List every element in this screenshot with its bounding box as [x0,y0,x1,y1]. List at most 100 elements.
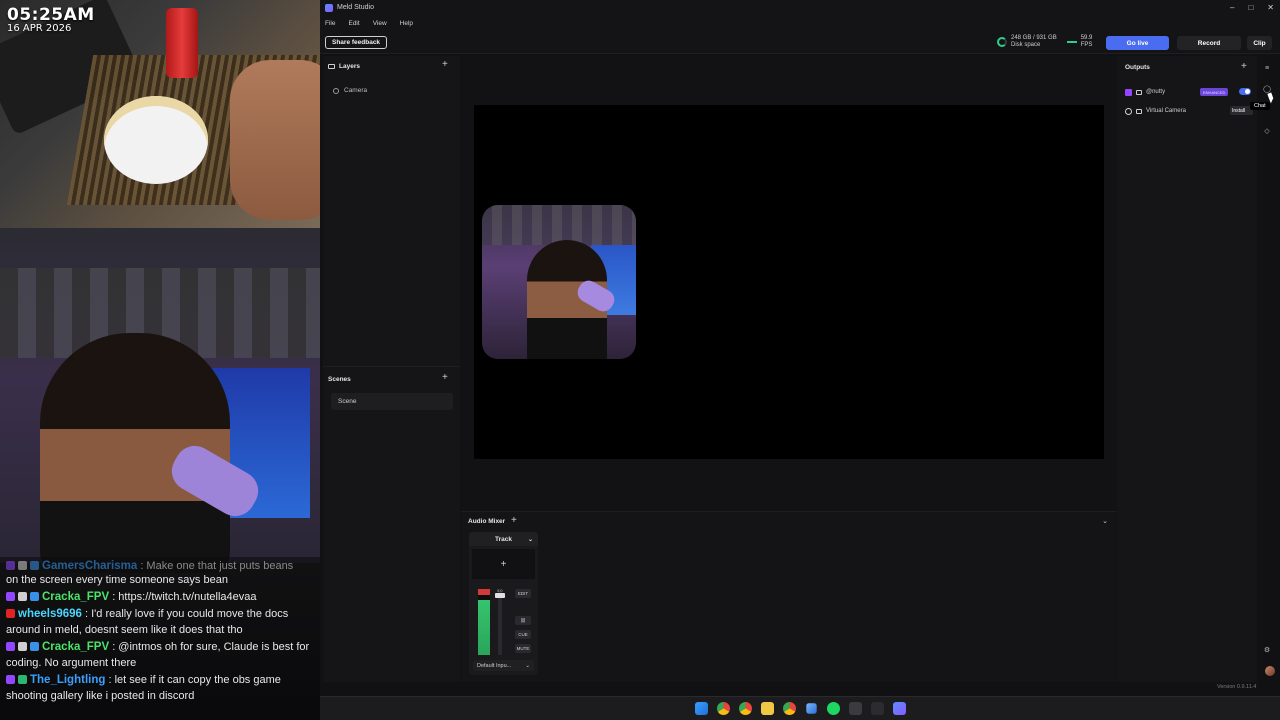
crown-icon [30,592,39,601]
track-header[interactable]: Track ⌄ [469,532,538,546]
meld-studio-taskbar-icon[interactable] [893,702,906,715]
chevron-down-icon: ⌄ [527,536,533,543]
app-icon[interactable] [849,702,862,715]
close-button[interactable]: ✕ [1267,3,1274,12]
toolbar: Share feedback 248 GB / 931 GB Disk space… [320,31,1280,54]
monitor-icon [1136,108,1142,114]
settings-icon[interactable]: ⚙ [1262,645,1272,655]
chat-message: The_Lightling : let see if it can copy t… [6,672,314,704]
overlay-clock: 05:25AM [7,5,95,25]
output-item-virtual-camera[interactable]: Virtual Camera Install [1125,105,1253,117]
volume-fader[interactable] [495,589,505,655]
track-label: Track [495,535,512,543]
divider [323,366,460,367]
fps-graph-icon [1066,41,1077,43]
layer-item-camera[interactable]: Camera [333,87,367,94]
chrome-app-icon[interactable] [783,702,796,715]
meter-fill [478,600,490,655]
chat-message: Cracka_FPV : https://twitch.tv/nutella4e… [6,589,314,605]
diamond-icon[interactable]: ◇ [1262,126,1272,136]
fps-value: 59.9 [1080,35,1093,41]
fader-knob[interactable] [495,593,505,598]
desk-camera-feed: 05:25AM 16 APR 2026 [0,0,320,228]
add-layer-button[interactable]: + [442,60,448,70]
clip-button[interactable]: Clip [1247,36,1272,50]
add-scene-button[interactable]: + [442,373,448,383]
chat-text: : https://twitch.tv/nutella4evaa [112,591,257,603]
file-explorer-icon[interactable] [761,702,774,715]
layers-icon [328,63,335,69]
chat-overlay: GamersCharisma : Make one that just puts… [0,557,320,720]
avatar[interactable] [1265,666,1275,676]
stream-overlay: 05:25AM 16 APR 2026 GamersCharisma : Mak… [0,0,320,720]
youtube-icon [6,609,15,618]
layer-label: Camera [344,87,368,94]
chrome-profile-icon[interactable] [739,702,752,715]
chat-message: GamersCharisma : Make one that just puts… [6,558,314,574]
chat-message-continuation: on the screen every time someone says be… [6,572,314,588]
soda-can-image [166,8,198,78]
output-toggle[interactable] [1239,88,1251,95]
meld-studio-window: Meld Studio – □ ✕ File Edit View Help Sh… [320,0,1280,720]
chat-message: wheels9696 : I'd really love if you coul… [6,606,314,638]
fps-label: FPS [1080,42,1093,48]
audio-mixer-title: Audio Mixer [468,518,506,525]
menu-view[interactable]: View [373,20,387,27]
disk-label: Disk space [1011,42,1041,48]
input-device-select[interactable]: Default Inpu... ⌄ [473,660,534,671]
edit-button[interactable]: EDIT [515,589,531,598]
disk-stat: 248 GB / 931 GB Disk space [997,35,1057,49]
maximize-button[interactable]: □ [1248,3,1253,12]
mute-button[interactable]: MUTE [515,644,531,653]
menu-help[interactable]: Help [400,20,413,27]
menu-file[interactable]: File [325,20,335,27]
layers-scenes-panel: Layers + Camera Scenes + Scene [323,56,460,682]
scenes-title: Scenes [328,375,351,383]
camera-icon [333,87,339,94]
add-output-button[interactable]: + [1241,62,1247,72]
output-item-twitch[interactable]: @nutty ENHANCED [1125,86,1253,98]
terminal-icon[interactable] [871,702,884,715]
input-device-label: Default Inpu... [477,662,512,669]
db-value: 0.0 [497,588,503,593]
share-feedback-button[interactable]: Share feedback [325,36,388,49]
menu-lines-icon[interactable]: ≡ [1262,63,1272,73]
cue-button[interactable]: CUE [515,630,531,639]
preview-canvas[interactable] [474,105,1104,459]
add-track-button[interactable]: + [511,516,517,526]
taskbar [320,696,1280,720]
title-bar: Meld Studio – □ ✕ [320,0,1280,15]
chat-username: The_Lightling [30,674,106,686]
add-source-button[interactable]: + [472,549,535,579]
chat-username: wheels9696 [18,608,82,620]
chat-text: : Make one that just puts beans [140,560,294,572]
spotify-icon[interactable] [827,702,840,715]
fps-stat: 59.9 FPS [1066,35,1093,49]
scenes-header: Scenes [328,373,351,385]
camera-icon [1125,107,1132,115]
vscode-icon[interactable] [806,703,817,714]
outputs-title: Outputs [1125,64,1150,71]
windows-start-icon[interactable] [695,702,708,715]
twitch-icon [6,675,15,684]
chat-text: on the screen every time someone says be… [6,574,228,586]
record-button[interactable]: Record [1177,36,1241,50]
go-live-button[interactable]: Go live [1106,36,1169,50]
monitor-icon [1136,89,1142,95]
chevron-down-icon: ⌄ [525,662,530,669]
output-name: Virtual Camera [1146,108,1186,114]
minimize-button[interactable]: – [1230,3,1234,12]
camera-source[interactable] [482,205,636,359]
twitch-icon [6,561,15,570]
menu-bar: File Edit View Help [320,15,1280,31]
chrome-icon[interactable] [717,702,730,715]
level-meter [478,589,490,655]
menu-edit[interactable]: Edit [348,20,359,27]
crown-icon [30,642,39,651]
stats-area: 248 GB / 931 GB Disk space 59.9 FPS [997,35,1092,49]
version-label: Version 0.9.11.4 [1217,684,1257,690]
scene-item[interactable]: Scene [331,393,453,410]
chevron-down-icon[interactable]: ⌄ [1102,517,1108,525]
window-controls: – □ ✕ [1230,0,1274,15]
link-icon[interactable]: ⛓ [515,616,531,625]
